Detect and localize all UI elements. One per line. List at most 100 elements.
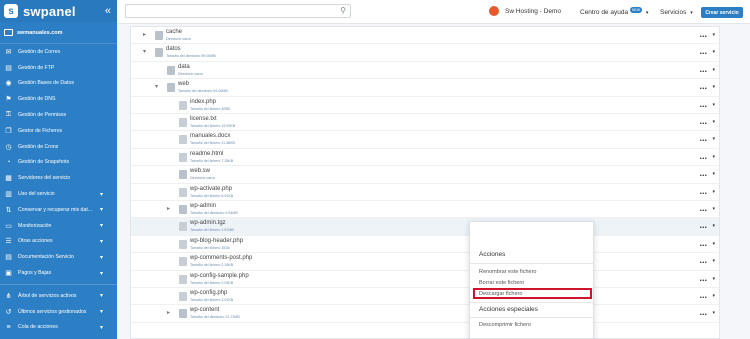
folder-row[interactable]: ▸ wp-content Tamaño del directorio 31.73MB… — [131, 305, 719, 323]
item-name[interactable]: index.php — [190, 99, 216, 105]
item-name[interactable]: web — [178, 81, 189, 87]
more-options-icon[interactable]: ... — [699, 221, 707, 230]
collapse-caret-icon[interactable]: ▾ — [143, 48, 146, 55]
file-row[interactable]: wp-admin.tgz Tamaño del fichero 1.67MB...… — [131, 218, 719, 236]
file-row[interactable]: wp-comments-post.php Tamaño del fichero 2… — [131, 253, 719, 271]
chevron-down-icon[interactable]: ▾ — [712, 276, 715, 282]
item-name[interactable]: wp-content — [190, 307, 219, 313]
sidebar-item[interactable]: ❐ Gestor de Ficheros — [0, 123, 117, 139]
help-center-menu[interactable]: Centro de ayuda NEW ▾ — [580, 7, 648, 16]
decompress-file-item[interactable]: Descomprimir fichero — [479, 322, 531, 328]
more-options-icon[interactable]: ... — [699, 30, 707, 39]
more-options-icon[interactable]: ... — [699, 273, 707, 282]
chevron-down-icon[interactable]: ▾ — [712, 206, 715, 212]
chevron-down-icon[interactable]: ▾ — [712, 67, 715, 73]
sidebar-item[interactable]: ◔ Gestión de Snapshots — [0, 155, 117, 171]
more-options-icon[interactable]: ... — [699, 82, 707, 91]
expand-caret-icon[interactable]: ▸ — [167, 309, 170, 316]
sidebar-item[interactable]: ≡ Cola de acciones ▾ — [0, 320, 117, 336]
file-row[interactable]: wp-config.php Tamaño del fichero 3.01KB..… — [131, 288, 719, 306]
sidebar-item[interactable]: ▤ Documentación Servicio ▾ — [0, 249, 117, 265]
account-row[interactable]: swmanuales.com — [0, 22, 117, 44]
rename-file-item[interactable]: Renombrar este fichero — [479, 269, 536, 275]
folder-row[interactable]: ▸ cache Directorio vacío... ▾ — [131, 27, 719, 45]
file-row[interactable]: manuales.docx Tamaño del fichero 11.58KB.… — [131, 131, 719, 149]
user-menu[interactable]: Sw Hosting - Demo — [489, 6, 561, 16]
expand-caret-icon[interactable]: ▸ — [143, 31, 146, 38]
folder-row[interactable]: data Directorio vacío... ▾ — [131, 62, 719, 80]
more-options-icon[interactable]: ... — [699, 308, 707, 317]
more-options-icon[interactable]: ... — [699, 204, 707, 213]
chevron-down-icon[interactable]: ▾ — [712, 136, 715, 142]
item-name[interactable]: wp-blog-header.php — [190, 238, 243, 244]
sidebar-item[interactable]: ✉ Gestión de Correo — [0, 44, 117, 60]
sidebar-item[interactable]: ▭ Monitorización ▾ — [0, 218, 117, 234]
chevron-down-icon[interactable]: ▾ — [712, 241, 715, 247]
chevron-down-icon[interactable]: ▾ — [712, 154, 715, 160]
file-row[interactable]: wp-activate.php Tamaño del fichero 6.91KB… — [131, 184, 719, 201]
sidebar-item[interactable]: ⚑ Gestión de DNS — [0, 91, 117, 107]
item-name[interactable]: wp-config.php — [190, 290, 227, 296]
folder-row[interactable]: ▸ wp-admin Tamaño del directorio 9.54MB...… — [131, 201, 719, 219]
chevron-down-icon[interactable]: ▾ — [712, 223, 715, 229]
chevron-down-icon[interactable]: ▾ — [712, 84, 715, 90]
chevron-down-icon[interactable]: ▾ — [712, 310, 715, 316]
sidebar-item[interactable]: ☰ Otras acciones ▾ — [0, 234, 117, 250]
item-name[interactable]: wp-comments-post.php — [190, 255, 252, 261]
chevron-down-icon[interactable]: ▾ — [712, 258, 715, 264]
sidebar-item[interactable]: ▦ Servidores del servicio — [0, 170, 117, 186]
chevron-down-icon[interactable]: ▾ — [712, 32, 715, 38]
more-options-icon[interactable]: ... — [699, 117, 707, 126]
file-row[interactable]: wp-config-sample.php Tamaño del fichero 2… — [131, 271, 719, 288]
file-row[interactable]: readme.html Tamaño del fichero 7.28KB... ▾ — [131, 149, 719, 167]
chevron-down-icon[interactable]: ▾ — [712, 102, 715, 108]
item-name[interactable]: datos — [166, 46, 181, 52]
folder-row[interactable]: ▾ datos Tamaño del directorio 99.00MB... ▾ — [131, 44, 719, 62]
chevron-down-icon[interactable]: ▾ — [712, 189, 715, 195]
item-name[interactable]: cache — [166, 29, 182, 35]
item-name[interactable]: wp-admin — [190, 203, 216, 209]
folder-row[interactable]: web.sw Directorio vacío... ▾ — [131, 166, 719, 184]
sidebar-item[interactable]: ⚿ Gestión de Permisos — [0, 107, 117, 123]
sidebar-item[interactable]: ◷ Gestión de Crons — [0, 139, 117, 155]
delete-file-item[interactable]: Borrar este fichero — [479, 280, 524, 286]
chevron-down-icon[interactable]: ▾ — [712, 49, 715, 55]
item-name[interactable]: manuales.docx — [190, 133, 230, 139]
download-file-item[interactable]: Descargar fichero — [479, 291, 522, 297]
item-name[interactable]: wp-activate.php — [190, 186, 232, 192]
sidebar-item[interactable]: ↺ Últimos servicios gestionados ▾ — [0, 304, 117, 320]
item-name[interactable]: data — [178, 64, 190, 70]
sidebar-item[interactable]: ⇅ Conservar y recuperar mis dat... ▾ — [0, 202, 117, 218]
item-name[interactable]: web.sw — [190, 168, 210, 174]
more-options-icon[interactable]: ... — [699, 256, 707, 265]
collapse-caret-icon[interactable]: ▾ — [155, 83, 158, 90]
sidebar-item[interactable]: ▥ Uso del servicio ▾ — [0, 186, 117, 202]
more-options-icon[interactable]: ... — [699, 238, 707, 247]
item-name[interactable]: wp-config-sample.php — [190, 273, 249, 279]
more-options-icon[interactable]: ... — [699, 186, 707, 195]
sidebar-item[interactable]: ◉ Gestión Bases de Datos — [0, 76, 117, 92]
expand-caret-icon[interactable]: ▸ — [167, 205, 170, 212]
item-name[interactable]: readme.html — [190, 151, 223, 157]
more-options-icon[interactable]: ... — [699, 291, 707, 300]
file-row[interactable]: license.txt Tamaño del fichero 19.92KB...… — [131, 114, 719, 132]
services-menu[interactable]: Servicios ▾ — [660, 9, 693, 16]
chevron-down-icon[interactable]: ▾ — [712, 293, 715, 299]
chevron-down-icon[interactable]: ▾ — [712, 171, 715, 177]
collapse-sidebar-icon[interactable]: « — [105, 5, 111, 17]
file-row[interactable]: index.php Tamaño del fichero 405B... ▾ — [131, 97, 719, 114]
item-name[interactable]: wp-admin.tgz — [190, 220, 226, 226]
create-service-button[interactable]: Crear servicio — [701, 7, 743, 18]
file-row[interactable]: wp-blog-header.php Tamaño del fichero 351… — [131, 236, 719, 254]
sidebar-item[interactable]: ⋔ Árbol de servicios activos ▾ — [0, 288, 117, 304]
more-options-icon[interactable]: ... — [699, 99, 707, 108]
more-options-icon[interactable]: ... — [699, 151, 707, 160]
sidebar-item[interactable]: ▤ Gestión de FTP — [0, 60, 117, 76]
more-options-icon[interactable]: ... — [699, 47, 707, 56]
search-input[interactable]: ⚲ — [125, 4, 351, 18]
folder-row[interactable]: ▾ web Tamaño del directorio 81.00MB... ▾ — [131, 79, 719, 97]
more-options-icon[interactable]: ... — [699, 134, 707, 143]
more-options-icon[interactable]: ... — [699, 64, 707, 73]
more-options-icon[interactable]: ... — [699, 169, 707, 178]
item-name[interactable]: license.txt — [190, 116, 217, 122]
